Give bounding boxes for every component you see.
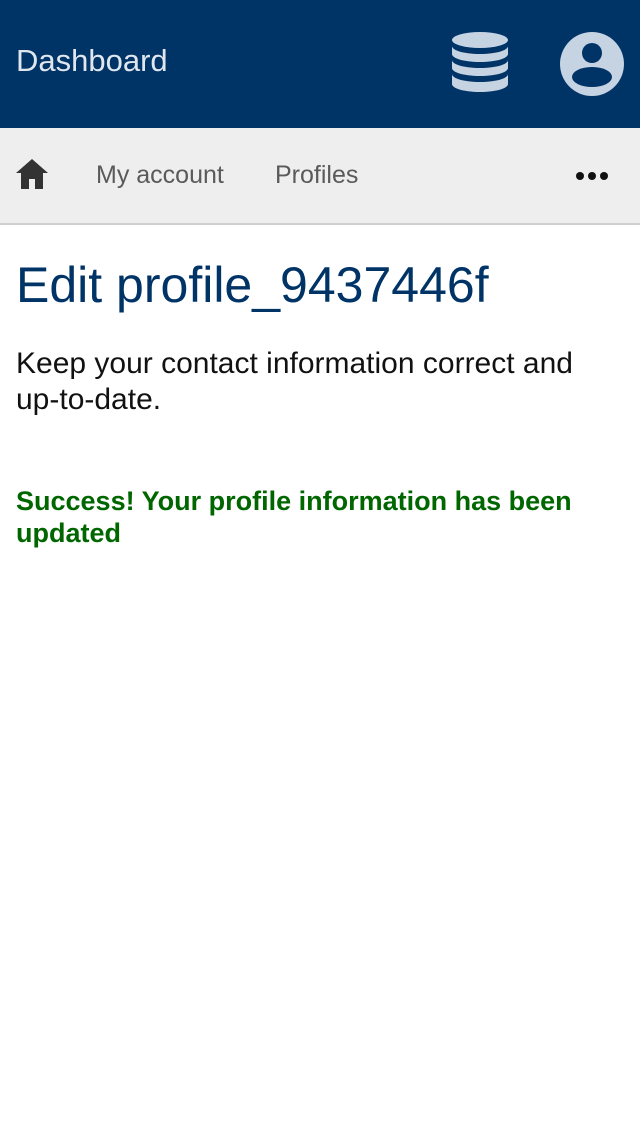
user-account-button[interactable] <box>558 30 626 98</box>
page-title: Edit profile_9437446f <box>16 257 489 313</box>
home-icon <box>16 159 48 189</box>
database-icon <box>452 32 508 92</box>
home-button[interactable] <box>14 156 50 192</box>
more-horizontal-icon <box>576 172 608 180</box>
main-content: Edit profile_9437446f Keep your contact … <box>16 252 624 549</box>
page-intro: Keep your contact information correct an… <box>16 347 573 416</box>
more-menu-button[interactable] <box>572 164 612 188</box>
nav-item-profiles[interactable]: Profiles <box>275 158 358 192</box>
dashboard-link[interactable]: Dashboard <box>16 40 168 82</box>
secondary-nav: My account Profiles <box>0 128 640 225</box>
nav-item-my-account[interactable]: My account <box>96 158 224 192</box>
user-account-icon <box>560 32 624 96</box>
app-header: Dashboard <box>0 0 640 128</box>
database-button[interactable] <box>448 30 512 98</box>
success-message: Success! Your profile information has be… <box>16 486 572 548</box>
